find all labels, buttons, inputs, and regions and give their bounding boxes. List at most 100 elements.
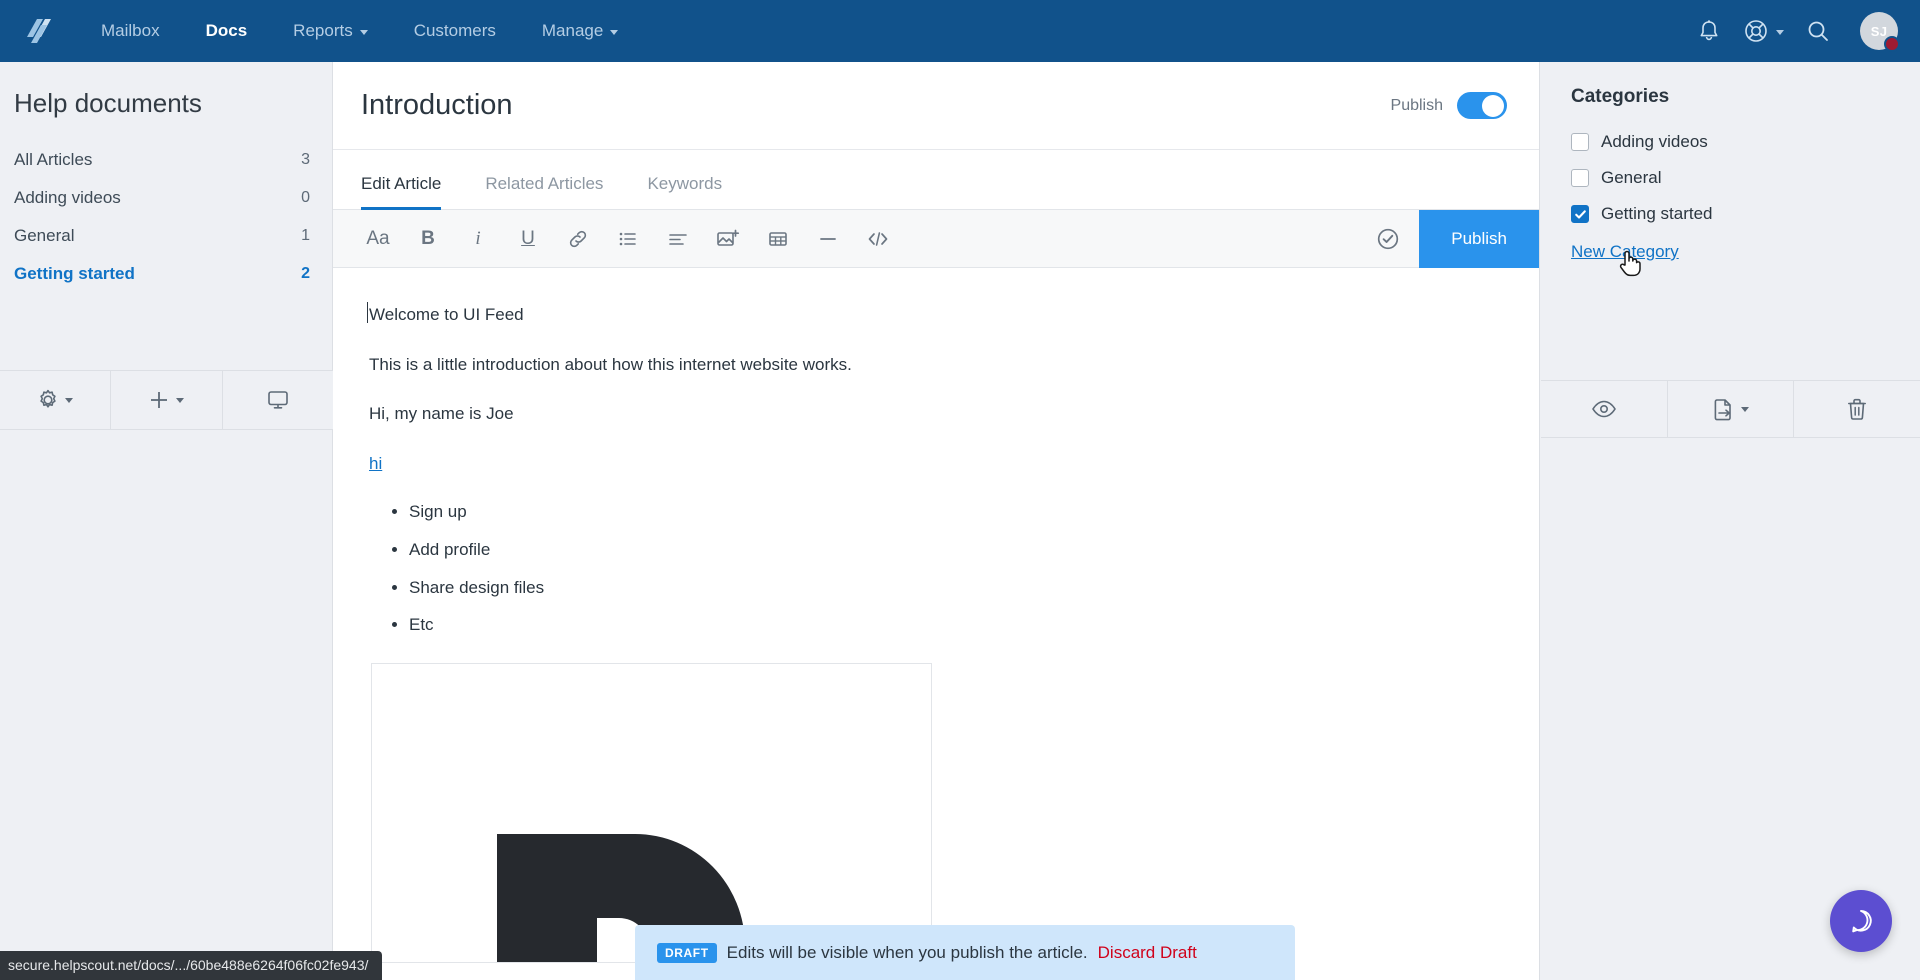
new-category-wrapper: New Category	[1541, 232, 1920, 277]
draft-message: Edits will be visible when you publish t…	[726, 942, 1088, 962]
delete-article-button[interactable]	[1794, 381, 1920, 437]
avatar-initials: SJ	[1870, 23, 1888, 39]
tab-edit-article[interactable]: Edit Article	[361, 174, 461, 210]
insert-table-button[interactable]	[753, 210, 803, 268]
tab-keywords[interactable]: Keywords	[647, 174, 742, 209]
sidebar-item-count: 0	[301, 189, 310, 206]
preview-article-button[interactable]	[1541, 381, 1668, 437]
nav-item-docs[interactable]: Docs	[183, 0, 271, 62]
categories-title: Categories	[1571, 86, 1670, 107]
bold-button[interactable]: B	[403, 210, 453, 268]
help-beacon-button[interactable]	[1830, 890, 1892, 952]
list-item: Share design files	[409, 576, 1499, 600]
nav-item-manage[interactable]: Manage	[519, 0, 641, 62]
category-checkbox[interactable]	[1571, 169, 1589, 187]
user-avatar-button[interactable]: SJ	[1860, 12, 1900, 52]
bulleted-list-button[interactable]	[603, 210, 653, 268]
category-label: Getting started	[1601, 204, 1713, 223]
publish-toggle[interactable]	[1457, 92, 1507, 119]
article-embedded-image[interactable]	[371, 663, 932, 964]
italic-button[interactable]: i	[453, 210, 503, 268]
page-title: Introduction	[361, 89, 513, 121]
discard-draft-link[interactable]: Discard Draft	[1098, 943, 1197, 963]
list-item: Sign up	[409, 500, 1499, 524]
chat-beacon-icon	[1852, 910, 1872, 933]
help-menu-button[interactable]	[1735, 18, 1792, 44]
article-paragraph: Hi, my name is Joe	[369, 404, 514, 423]
code-button[interactable]	[853, 210, 903, 268]
chevron-down-icon	[1740, 406, 1749, 412]
table-icon	[769, 231, 787, 246]
link-button[interactable]	[553, 210, 603, 268]
tab-label: Related Articles	[485, 174, 604, 193]
bold-icon: B	[421, 227, 435, 249]
font-size-button[interactable]: Aa	[353, 210, 403, 268]
category-checkbox[interactable]	[1571, 133, 1589, 151]
category-row-adding-videos[interactable]: Adding videos	[1541, 124, 1920, 160]
helpscout-logo[interactable]	[0, 17, 78, 45]
article-content[interactable]: Welcome to UI Feed This is a little intr…	[333, 268, 1539, 964]
category-checkbox[interactable]	[1571, 205, 1589, 223]
toolbar-right-actions: Publish	[1357, 209, 1539, 268]
underline-button[interactable]: U	[503, 210, 553, 268]
trash-icon	[1848, 398, 1867, 420]
sidebar-settings-button[interactable]	[0, 371, 112, 429]
checkmark-icon	[1574, 209, 1586, 219]
sidebar-item-general[interactable]: General 1	[0, 217, 332, 255]
underline-icon: U	[521, 227, 535, 249]
categories-list: Adding videos General Getting started	[1541, 124, 1920, 232]
sidebar-item-count: 1	[301, 227, 310, 244]
notifications-button[interactable]	[1683, 0, 1735, 62]
gear-icon	[40, 389, 56, 408]
horizontal-rule-button[interactable]	[803, 210, 853, 268]
category-row-getting-started[interactable]: Getting started	[1541, 196, 1920, 232]
nav-label: Customers	[413, 21, 496, 40]
move-article-button[interactable]	[1668, 381, 1795, 437]
link-icon	[569, 230, 587, 247]
editor-header: Introduction Publish	[333, 62, 1539, 150]
chevron-down-icon	[176, 397, 185, 403]
publish-toggle-group: Publish	[1391, 92, 1507, 119]
chevron-down-icon	[610, 29, 619, 35]
sidebar-item-label: All Articles	[14, 150, 93, 169]
font-size-icon: Aa	[366, 227, 390, 249]
draft-badge: DRAFT	[657, 942, 717, 963]
monitor-icon	[268, 391, 288, 409]
sidebar-item-getting-started[interactable]: Getting started 2	[0, 255, 332, 293]
sidebar-collection-list: All Articles 3 Adding videos 0 General 1…	[0, 141, 332, 293]
sidebar-preview-site-button[interactable]	[223, 371, 333, 429]
nav-item-mailbox[interactable]: Mailbox	[78, 0, 183, 62]
nav-right-actions: SJ	[1683, 0, 1920, 62]
editor-tabs: Edit Article Related Articles Keywords	[333, 150, 1539, 210]
browser-status-bar: secure.helpscout.net/docs/.../60be488e62…	[0, 951, 383, 980]
nav-item-customers[interactable]: Customers	[391, 0, 519, 62]
align-button[interactable]	[653, 210, 703, 268]
save-status-button[interactable]	[1357, 210, 1419, 268]
article-paragraph: This is a little introduction about how …	[369, 354, 852, 374]
check-circle-icon	[1378, 228, 1399, 249]
sidebar-add-button[interactable]	[111, 371, 223, 429]
align-icon	[669, 233, 687, 245]
insert-image-icon	[717, 229, 740, 246]
sidebar-title: Help documents	[14, 88, 202, 118]
move-document-icon	[1714, 399, 1731, 421]
new-category-link[interactable]: New Category	[1571, 242, 1679, 261]
eye-preview-icon	[1591, 400, 1616, 418]
tab-related-articles[interactable]: Related Articles	[485, 174, 623, 209]
category-row-general[interactable]: General	[1541, 160, 1920, 196]
sidebar-item-all-articles[interactable]: All Articles 3	[0, 141, 332, 179]
article-inline-link[interactable]: hi	[369, 454, 382, 473]
formatting-toolbar: Aa B i U Publish	[333, 209, 1539, 268]
chevron-down-icon	[1776, 29, 1784, 35]
sidebar-item-count: 2	[301, 265, 310, 282]
insert-image-button[interactable]	[703, 210, 753, 268]
sidebar-item-label: Getting started	[14, 264, 135, 283]
category-label: General	[1601, 168, 1662, 187]
search-button[interactable]	[1792, 0, 1844, 62]
avatar-status-badge	[1884, 36, 1900, 52]
nav-item-reports[interactable]: Reports	[270, 0, 391, 62]
publish-button[interactable]: Publish	[1419, 209, 1539, 268]
sidebar-item-adding-videos[interactable]: Adding videos 0	[0, 179, 332, 217]
sidebar-item-count: 3	[301, 151, 310, 168]
nav-label: Manage	[541, 21, 604, 40]
